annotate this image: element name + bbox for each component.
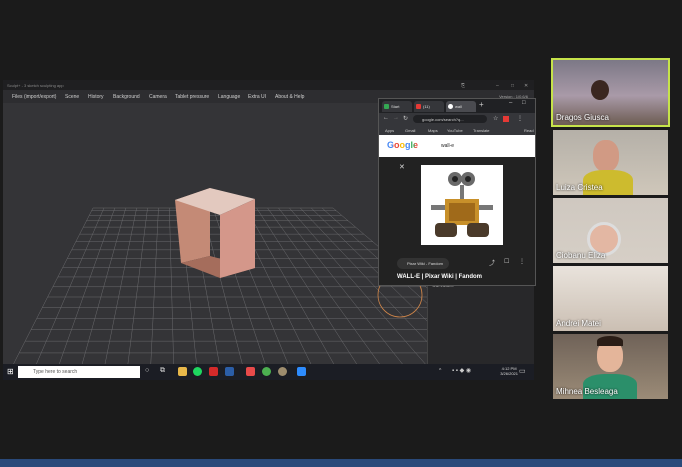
google-logo[interactable]: Google — [387, 140, 418, 150]
google-icon — [448, 104, 453, 109]
menu-extra-ui[interactable]: Extra UI — [248, 94, 266, 100]
app-icon[interactable] — [209, 367, 218, 376]
notifications-icon[interactable]: ▭ — [519, 367, 526, 375]
cortana-icon[interactable]: ○ — [145, 367, 149, 374]
google-results-page: Google wall-e ✕ Pixar Wiki - Fandom ⤴ ☐ … — [379, 135, 535, 285]
chrome-minimize-icon[interactable]: – — [509, 100, 512, 106]
tab-start[interactable]: Start — [382, 101, 412, 112]
bookmarks-bar: Apps Gmail Maps YouTube Translate Read — [379, 126, 535, 135]
app-title: Sculpt+ - 3 sketch sculpting app — [7, 83, 64, 88]
back-icon[interactable]: ← — [383, 115, 389, 121]
menu-tablet-pressure[interactable]: Tablet pressure — [175, 94, 209, 100]
zoom-icon[interactable] — [297, 367, 306, 376]
bookmark-maps[interactable]: Maps — [428, 128, 438, 133]
share-result-icon[interactable]: ⤴ — [489, 258, 495, 267]
menu-files[interactable]: Files (import/export) — [12, 94, 56, 100]
save-result-icon[interactable]: ☐ — [504, 258, 509, 265]
participant-name: Ciobanu Eliza — [556, 251, 606, 260]
chrome-tabstrip: Start (11) wall + – □ — [379, 99, 535, 113]
menu-history[interactable]: History — [88, 94, 104, 100]
walle-image[interactable] — [421, 165, 503, 245]
reload-icon[interactable]: ↻ — [403, 115, 408, 122]
search-query[interactable]: wall-e — [441, 143, 454, 149]
meeting-controls-bar — [0, 459, 682, 467]
close-icon[interactable]: ✕ — [524, 83, 528, 89]
minimize-icon[interactable]: – — [496, 83, 499, 89]
participant-video — [591, 80, 609, 100]
spotify-icon[interactable] — [193, 367, 202, 376]
chrome-maximize-icon[interactable]: □ — [522, 100, 526, 106]
participant-name: Mihnea Besleaga — [556, 387, 618, 396]
tray-icons[interactable]: ▪ ▪ ◆ ◉ — [452, 367, 471, 374]
image-preview-panel: ✕ Pixar Wiki - Fandom ⤴ ☐ ⋮ WALL-E | Pix… — [379, 157, 535, 285]
source-chip[interactable]: Pixar Wiki - Fandom — [397, 258, 449, 269]
participant-tile[interactable]: Andrei Matei — [553, 266, 668, 331]
clock[interactable]: 4:12 PM 3/26/2021 — [500, 366, 518, 376]
forward-icon[interactable]: → — [393, 115, 399, 121]
menu-background[interactable]: Background — [113, 94, 140, 100]
sheets-icon — [384, 104, 389, 109]
bookmark-translate[interactable]: Translate — [473, 128, 490, 133]
task-view-icon[interactable]: ⧉ — [160, 367, 165, 375]
participant-name: Luiza Cristea — [556, 183, 603, 192]
maximize-icon[interactable]: □ — [511, 83, 514, 89]
address-bar[interactable]: google.com/search?q... — [413, 115, 487, 123]
paint-icon[interactable] — [246, 367, 255, 376]
app-titlebar: Sculpt+ - 3 sketch sculpting app ⎘ – □ ✕ — [3, 80, 534, 90]
file-explorer-icon[interactable] — [178, 367, 187, 376]
windows-taskbar: ⊞ Type here to search ○ ⧉ ^ ▪ ▪ ◆ ◉ 4:12… — [3, 364, 534, 380]
tab-youtube[interactable]: (11) — [414, 101, 444, 112]
windows-start-icon[interactable]: ⊞ — [7, 367, 14, 376]
menu-language[interactable]: Language — [218, 94, 240, 100]
tray-up-icon[interactable]: ^ — [439, 368, 441, 374]
participant-name: Andrei Matei — [556, 319, 601, 328]
chrome-menu-icon[interactable]: ⋮ — [517, 115, 523, 122]
youtube-icon — [416, 104, 421, 109]
participant-tile[interactable]: Dragos Giusca — [551, 58, 670, 127]
chrome-icon[interactable] — [262, 367, 271, 376]
steam-icon[interactable] — [225, 367, 234, 376]
chrome-window: Start (11) wall + – □ ← → ↻ google.com/s… — [378, 98, 536, 286]
blender-icon[interactable] — [278, 367, 287, 376]
more-options-icon[interactable]: ⋮ — [519, 258, 525, 265]
result-title[interactable]: WALL-E | Pixar Wiki | Fandom — [397, 274, 482, 280]
taskbar-search[interactable]: Type here to search — [18, 366, 140, 378]
close-preview-icon[interactable]: ✕ — [399, 163, 405, 171]
share-icon[interactable]: ⎘ — [461, 83, 465, 89]
right-panel: Curvature — [427, 280, 534, 365]
menu-scene[interactable]: Scene — [65, 94, 79, 100]
tab-wall[interactable]: wall — [446, 101, 476, 112]
menu-camera[interactable]: Camera — [149, 94, 167, 100]
bookmark-apps[interactable]: Apps — [385, 128, 394, 133]
participant-name: Dragos Giusca — [556, 113, 609, 122]
bookmark-youtube[interactable]: YouTube — [447, 128, 463, 133]
participant-tile[interactable]: Ciobanu Eliza — [553, 198, 668, 263]
chrome-toolbar: ← → ↻ google.com/search?q... ☆ ⋮ — [379, 113, 535, 126]
participant-tile[interactable]: Mihnea Besleaga — [553, 334, 668, 399]
new-tab-icon[interactable]: + — [479, 100, 484, 109]
menu-about-help[interactable]: About & Help — [275, 94, 304, 100]
participant-tile[interactable]: Luiza Cristea — [553, 130, 668, 195]
bookmark-read[interactable]: Read — [524, 128, 534, 133]
star-icon[interactable]: ☆ — [493, 115, 498, 122]
extension-icon[interactable] — [503, 116, 509, 122]
bookmark-gmail[interactable]: Gmail — [405, 128, 415, 133]
participant-video — [593, 140, 619, 172]
